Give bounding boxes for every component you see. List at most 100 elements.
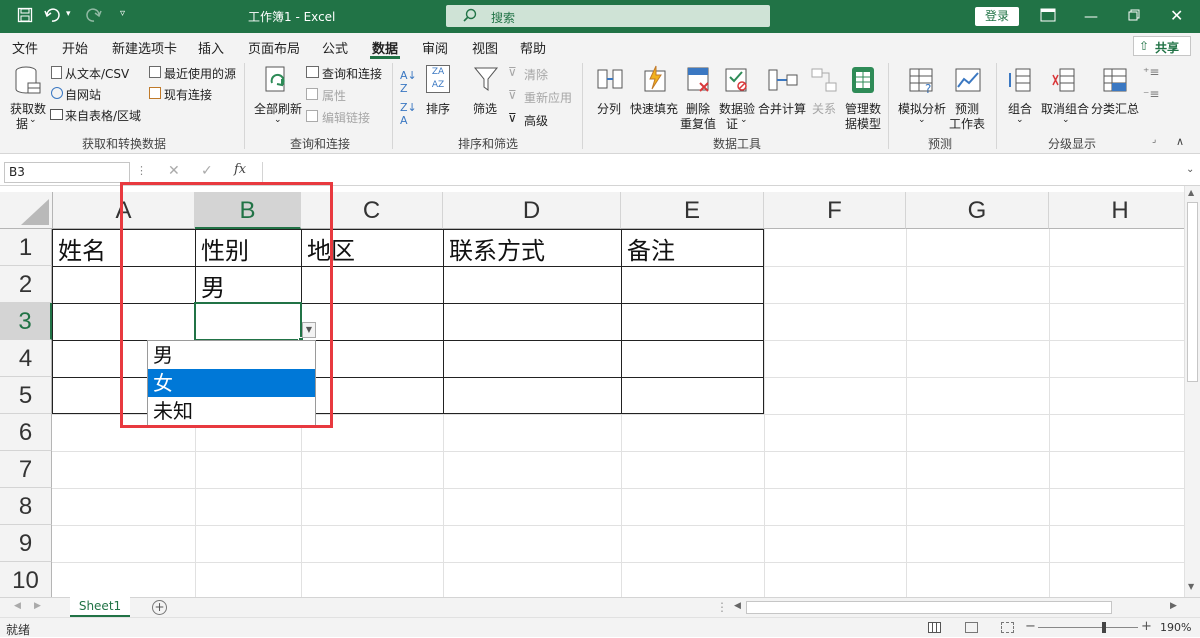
- what-if-analysis-button[interactable]: ? 模拟分析 ⌄: [896, 63, 948, 133]
- text-to-columns-button[interactable]: 分列: [594, 63, 624, 119]
- column-header-h[interactable]: H: [1049, 192, 1184, 229]
- scroll-up-icon[interactable]: ▲: [1188, 188, 1194, 197]
- row-header-1[interactable]: 1: [0, 229, 52, 266]
- prev-sheet-icon[interactable]: ◀: [14, 601, 21, 611]
- refresh-all-button[interactable]: 全部刷新 ⌄: [252, 63, 302, 133]
- vertical-scrollbar[interactable]: ▲ ▼: [1184, 186, 1200, 597]
- hide-detail-icon[interactable]: ⁻≡: [1143, 87, 1159, 101]
- add-sheet-icon[interactable]: +: [152, 600, 167, 615]
- column-header-d[interactable]: D: [443, 192, 621, 229]
- select-all-corner[interactable]: [0, 192, 53, 229]
- dialog-launcher-icon[interactable]: ⌟: [1152, 135, 1156, 145]
- tab-data[interactable]: 数据: [372, 38, 398, 57]
- more-options-icon[interactable]: ⋮: [136, 164, 147, 177]
- column-header-f[interactable]: F: [764, 192, 906, 229]
- undo-icon[interactable]: [44, 7, 62, 25]
- login-button[interactable]: 登录: [975, 7, 1019, 26]
- manage-data-model-button[interactable]: 管理数 据模型: [842, 63, 884, 133]
- from-text-csv-button[interactable]: 从文本/CSV: [65, 65, 129, 82]
- flash-fill-button[interactable]: 快速填充: [630, 63, 680, 119]
- tab-view[interactable]: 视图: [472, 38, 498, 57]
- show-detail-icon[interactable]: ⁺≡: [1143, 65, 1159, 79]
- subtotal-button[interactable]: 分类汇总: [1090, 63, 1140, 119]
- cell-a1[interactable]: 姓名: [53, 231, 106, 266]
- row-header-5[interactable]: 5: [0, 377, 52, 414]
- horizontal-scroll-thumb[interactable]: [746, 601, 1112, 614]
- properties-button[interactable]: 属性: [322, 87, 346, 104]
- forecast-sheet-button[interactable]: 预测 工作表: [948, 63, 988, 133]
- page-layout-view-icon[interactable]: [965, 622, 978, 633]
- normal-view-icon[interactable]: [928, 622, 941, 633]
- sort-button[interactable]: ZA AZ 排序: [424, 63, 454, 119]
- vertical-scroll-thumb[interactable]: [1187, 202, 1198, 382]
- zoom-slider-track[interactable]: [1038, 627, 1138, 628]
- formula-input[interactable]: [262, 162, 1180, 183]
- data-validation-button[interactable]: 数据验 证 ⌄: [718, 63, 758, 133]
- tab-home[interactable]: 开始: [62, 38, 88, 57]
- row-header-3[interactable]: 3: [0, 303, 52, 340]
- scroll-right-icon[interactable]: ▶: [1170, 601, 1177, 611]
- column-header-e[interactable]: E: [621, 192, 764, 229]
- insert-function-icon[interactable]: fx: [234, 162, 246, 177]
- scroll-left-icon[interactable]: ◀: [734, 601, 741, 611]
- share-button[interactable]: ⇧ 共享: [1133, 36, 1191, 56]
- confirm-entry-icon[interactable]: ✓: [201, 163, 213, 179]
- tab-split-handle[interactable]: ⋮: [716, 600, 728, 614]
- recent-sources-button[interactable]: 最近使用的源: [164, 65, 236, 82]
- tab-formulas[interactable]: 公式: [322, 38, 348, 57]
- cell-e1[interactable]: 备注: [622, 231, 675, 266]
- expand-formula-bar-icon[interactable]: ⌄: [1186, 164, 1194, 175]
- scroll-down-icon[interactable]: ▼: [1188, 582, 1194, 591]
- row-header-4[interactable]: 4: [0, 340, 52, 377]
- from-web-button[interactable]: 自网站: [65, 86, 101, 103]
- row-header-6[interactable]: 6: [0, 414, 52, 451]
- clear-button[interactable]: 清除: [524, 66, 548, 83]
- restore-icon[interactable]: [1128, 9, 1140, 24]
- sort-za-icon[interactable]: Z↓ A: [400, 101, 417, 127]
- zoom-slider-thumb[interactable]: [1102, 622, 1106, 633]
- get-data-button[interactable]: 获取数 据 ⌄: [8, 63, 48, 133]
- search-box[interactable]: 搜索: [446, 5, 770, 27]
- collapse-ribbon-icon[interactable]: ∧: [1176, 135, 1184, 148]
- ribbon-display-options-icon[interactable]: [1040, 8, 1056, 25]
- zoom-in-icon[interactable]: +: [1141, 619, 1152, 634]
- redo-icon[interactable]: [84, 7, 102, 25]
- cell-d1[interactable]: 联系方式: [444, 231, 545, 266]
- cancel-entry-icon[interactable]: ✕: [168, 163, 180, 179]
- tab-insert[interactable]: 插入: [198, 38, 224, 57]
- sheet-tab-sheet1[interactable]: Sheet1: [70, 597, 130, 617]
- undo-dropdown-icon[interactable]: ▾: [66, 9, 71, 19]
- minimize-icon[interactable]: —: [1084, 9, 1098, 25]
- zoom-level[interactable]: 190%: [1160, 621, 1191, 634]
- row-header-2[interactable]: 2: [0, 266, 52, 303]
- ungroup-button[interactable]: 取消组合 ⌄: [1040, 63, 1090, 133]
- zoom-out-icon[interactable]: −: [1025, 619, 1036, 634]
- customize-qat-icon[interactable]: ▿: [120, 8, 125, 19]
- relationships-button[interactable]: 关系: [808, 63, 840, 119]
- queries-connections-button[interactable]: 查询和连接: [322, 65, 382, 82]
- reapply-button[interactable]: 重新应用: [524, 89, 572, 106]
- advanced-button[interactable]: 高级: [524, 112, 548, 129]
- page-break-view-icon[interactable]: [1001, 622, 1014, 633]
- tab-new[interactable]: 新建选项卡: [112, 38, 177, 57]
- tab-page-layout[interactable]: 页面布局: [248, 38, 300, 57]
- remove-duplicates-button[interactable]: 删除 重复值: [680, 63, 718, 133]
- close-icon[interactable]: ✕: [1170, 6, 1183, 25]
- sort-az-icon[interactable]: A↓ Z: [400, 69, 417, 95]
- group-button[interactable]: 组合 ⌄: [1004, 63, 1036, 133]
- from-table-button[interactable]: 来自表格/区域: [65, 107, 141, 124]
- next-sheet-icon[interactable]: ▶: [34, 601, 41, 611]
- edit-links-button[interactable]: 编辑链接: [322, 109, 370, 126]
- existing-connections-button[interactable]: 现有连接: [164, 86, 212, 103]
- tab-review[interactable]: 审阅: [422, 38, 448, 57]
- row-header-7[interactable]: 7: [0, 451, 52, 488]
- row-header-8[interactable]: 8: [0, 488, 52, 525]
- row-header-9[interactable]: 9: [0, 525, 52, 562]
- name-box[interactable]: B3: [4, 162, 130, 183]
- column-header-g[interactable]: G: [906, 192, 1049, 229]
- tab-help[interactable]: 帮助: [520, 38, 546, 57]
- save-icon[interactable]: [16, 7, 34, 25]
- consolidate-button[interactable]: 合并计算: [758, 63, 806, 119]
- filter-button[interactable]: 筛选: [470, 63, 502, 119]
- row-header-10[interactable]: 10: [0, 562, 52, 597]
